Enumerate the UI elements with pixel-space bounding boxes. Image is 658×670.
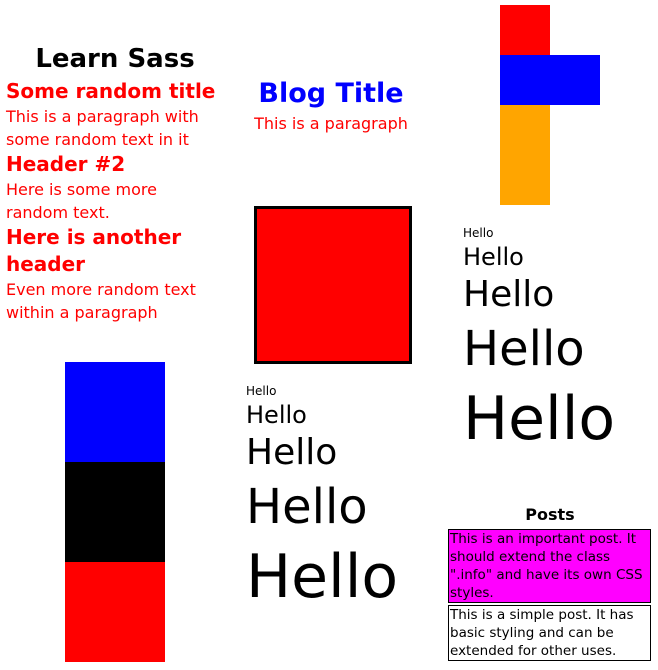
simple-post: This is a simple post. It has basic styl… (448, 605, 651, 661)
hello-text-s: Hello (246, 401, 307, 429)
important-post: This is an important post. It should ext… (448, 529, 651, 603)
hello-text-l: Hello (246, 479, 368, 535)
posts-section: Posts This is an important post. It shou… (448, 504, 652, 661)
page-title: Learn Sass (35, 44, 195, 74)
stack-black-block (65, 462, 165, 562)
hello-text-s: Hello (463, 243, 524, 271)
cross-top-red-block (500, 5, 550, 55)
hello-text-xl: Hello (463, 384, 616, 454)
hello-text-l: Hello (463, 321, 585, 377)
hello-text-xl: Hello (246, 542, 399, 612)
stack-blue-block (65, 362, 165, 462)
post-title-2: Header #2 (6, 152, 126, 176)
hello-text-m: Hello (246, 432, 338, 473)
blog-title: Blog Title (258, 78, 404, 109)
hello-text-xs: Hello (463, 226, 494, 240)
stack-red-block (65, 562, 165, 662)
cross-bottom-orange-block (500, 105, 550, 205)
hello-text-xs: Hello (246, 384, 277, 398)
cross-middle-blue-block (500, 55, 600, 105)
post-text-2: Here is some more random text. (6, 180, 157, 222)
posts-heading: Posts (525, 505, 575, 524)
post-title-3: Here is another header (6, 225, 182, 276)
blog-section: Blog Title This is a paragraph (236, 76, 426, 136)
hello-text-m: Hello (463, 274, 555, 315)
post-title-1: Some random title (6, 79, 216, 103)
learn-sass-section: Learn Sass Some random title This is a p… (0, 40, 230, 324)
post-text-1: This is a paragraph with some random tex… (6, 107, 199, 149)
blog-paragraph: This is a paragraph (254, 114, 408, 133)
post-text-3: Even more random text within a paragraph (6, 280, 196, 322)
hello-stack-middle: Hello Hello Hello Hello Hello (246, 382, 398, 616)
red-square-box (254, 206, 412, 364)
hello-stack-right: Hello Hello Hello Hello Hello (463, 224, 615, 458)
